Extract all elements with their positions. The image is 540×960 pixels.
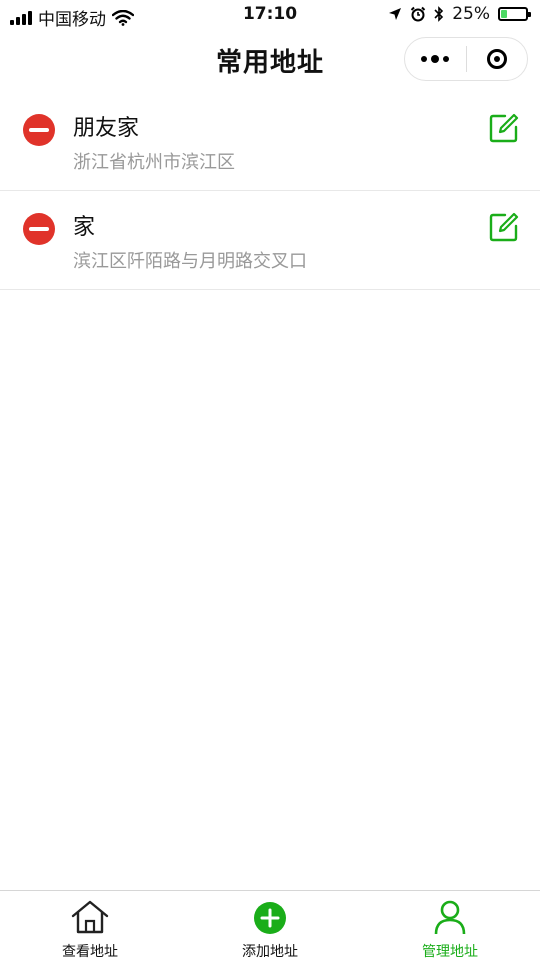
tab-label: 添加地址 [242,944,298,960]
battery-percent: 25% [452,4,490,24]
delete-address-button[interactable] [23,114,55,146]
delete-address-button[interactable] [23,213,55,245]
list-item[interactable]: 朋友家 浙江省杭州市滨江区 [0,92,540,191]
edit-icon[interactable] [488,112,520,144]
tab-manage-address[interactable]: 管理地址 [360,891,540,960]
user-manage-icon [434,900,466,935]
home-icon [71,900,109,934]
location-arrow-icon [389,8,402,20]
app-screen: 中国移动 17:10 25% 常用地址 朋友家 浙江省杭州市滨江区 家 滨江区阡… [0,0,540,960]
tab-view-address[interactable]: 查看地址 [0,891,180,960]
edit-icon[interactable] [488,211,520,243]
list-item[interactable]: 家 滨江区阡陌路与月明路交叉口 [0,191,540,290]
address-name: 朋友家 [73,116,140,141]
status-bar: 中国移动 17:10 25% [0,0,540,30]
nav-bar: 常用地址 [0,30,540,88]
tab-label: 查看地址 [62,944,118,960]
battery-level-fill [501,10,507,18]
bluetooth-icon [434,6,444,22]
address-detail: 浙江省杭州市滨江区 [73,152,235,173]
tab-add-address[interactable]: 添加地址 [180,891,360,960]
alarm-icon [410,6,426,22]
target-circle-icon[interactable] [466,37,527,81]
add-circle-icon [254,902,286,934]
more-dots-icon[interactable] [405,37,466,81]
tab-bar: 查看地址 添加地址 管理地址 [0,890,540,960]
address-detail: 滨江区阡陌路与月明路交叉口 [73,251,307,272]
address-name: 家 [73,215,96,240]
battery-icon [498,7,531,21]
address-list: 朋友家 浙江省杭州市滨江区 家 滨江区阡陌路与月明路交叉口 [0,92,540,290]
status-right: 25% [388,4,531,24]
tab-label: 管理地址 [422,944,478,960]
mini-program-capsule [404,37,528,81]
